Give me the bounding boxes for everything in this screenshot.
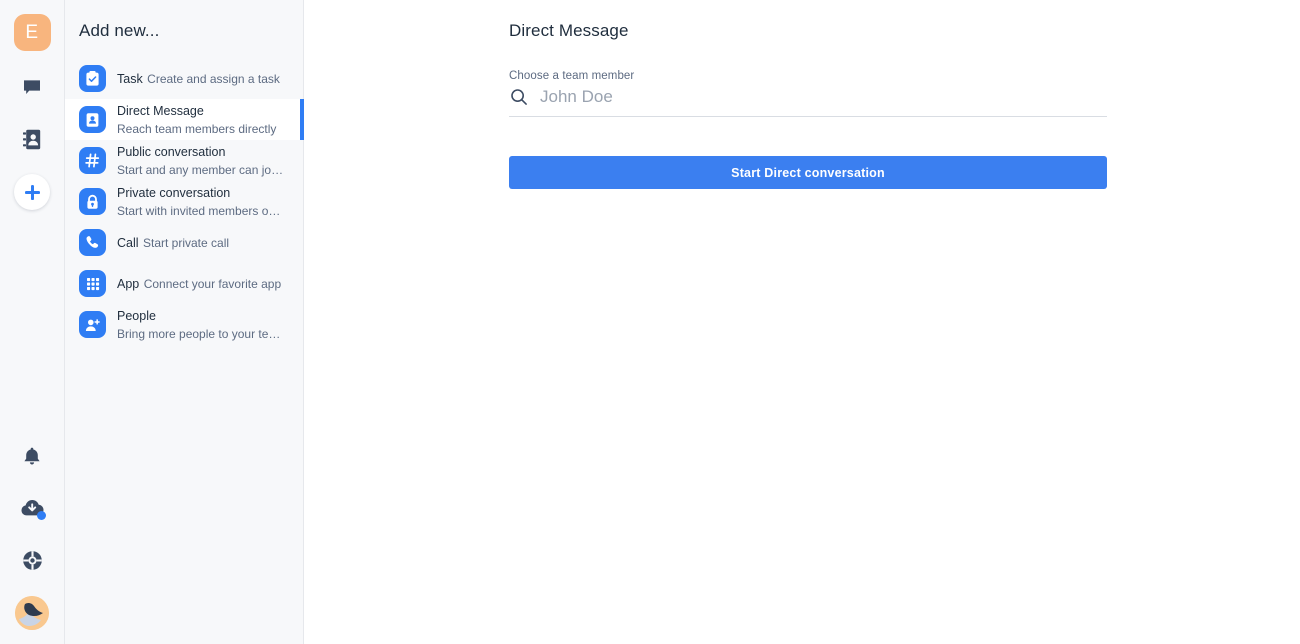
list-item-text: Call Start private call — [117, 234, 229, 252]
team-member-search-row — [509, 87, 1107, 117]
grid-icon — [79, 270, 106, 297]
list-item-text: Private conversation Start with invited … — [117, 184, 303, 220]
app-root: E Add new... Task Create and assign a ta… — [0, 0, 1300, 644]
list-item-title: App — [117, 276, 140, 291]
add-icon[interactable] — [14, 174, 50, 210]
list-item-people[interactable]: People Bring more people to your te… — [65, 304, 303, 345]
main-content: Direct Message Choose a team member Star… — [304, 0, 1300, 644]
bell-icon[interactable] — [16, 440, 48, 472]
list-item-title: Direct Message — [117, 103, 204, 118]
workspace-avatar[interactable]: E — [13, 14, 51, 51]
list-item-subtitle: Start with invited members o… — [117, 203, 281, 218]
cloud-download-icon[interactable] — [16, 492, 48, 524]
left-icon-rail: E — [0, 0, 65, 644]
contact-card-icon — [79, 106, 106, 133]
user-avatar[interactable] — [15, 596, 49, 630]
list-item-app[interactable]: App Connect your favorite app — [65, 263, 303, 304]
list-item-text: People Bring more people to your te… — [117, 307, 303, 343]
list-item-subtitle: Create and assign a task — [147, 71, 280, 86]
clipboard-check-icon — [79, 65, 106, 92]
list-item-direct-message[interactable]: Direct Message Reach team members direct… — [65, 99, 304, 140]
list-item-public-conversation[interactable]: Public conversation Start and any member… — [65, 140, 303, 181]
list-item-title: Private conversation — [117, 185, 231, 200]
page-title: Direct Message — [509, 21, 629, 40]
contacts-icon[interactable] — [16, 123, 48, 155]
list-item-text: Direct Message Reach team members direct… — [117, 102, 303, 138]
download-badge — [37, 511, 46, 520]
person-add-icon — [79, 311, 106, 338]
list-item-title: Task — [117, 71, 143, 86]
list-item-text: Task Create and assign a task — [117, 70, 280, 88]
rail-bottom-group — [15, 440, 49, 644]
list-item-call[interactable]: Call Start private call — [65, 222, 303, 263]
team-member-field-label: Choose a team member — [509, 70, 635, 82]
phone-icon — [79, 229, 106, 256]
list-item-subtitle: Reach team members directly — [117, 121, 277, 136]
list-item-subtitle: Connect your favorite app — [143, 276, 282, 291]
list-item-text: App Connect your favorite app — [117, 275, 281, 293]
panel-title: Add new... — [79, 21, 160, 40]
form-container: Direct Message Choose a team member Star… — [509, 0, 1107, 189]
start-direct-conversation-button[interactable]: Start Direct conversation — [509, 156, 1107, 189]
team-member-search-input[interactable] — [540, 87, 1107, 107]
hash-icon — [79, 147, 106, 174]
list-item-title: People — [117, 308, 156, 323]
list-item-subtitle: Start private call — [143, 235, 230, 250]
list-item-private-conversation[interactable]: Private conversation Start with invited … — [65, 181, 303, 222]
add-new-panel: Add new... Task Create and assign a task — [65, 0, 304, 644]
list-item-task[interactable]: Task Create and assign a task — [65, 58, 303, 99]
lifebuoy-icon[interactable] — [16, 544, 48, 576]
add-new-list: Task Create and assign a task Direct Mes… — [65, 58, 304, 345]
list-item-subtitle: Bring more people to your te… — [117, 326, 281, 341]
lock-icon — [79, 188, 106, 215]
list-item-title: Public conversation — [117, 144, 226, 159]
list-item-subtitle: Start and any member can jo… — [117, 162, 284, 177]
list-item-text: Public conversation Start and any member… — [117, 143, 303, 179]
search-icon — [509, 87, 529, 107]
chat-icon[interactable] — [16, 71, 48, 103]
list-item-title: Call — [117, 235, 139, 250]
